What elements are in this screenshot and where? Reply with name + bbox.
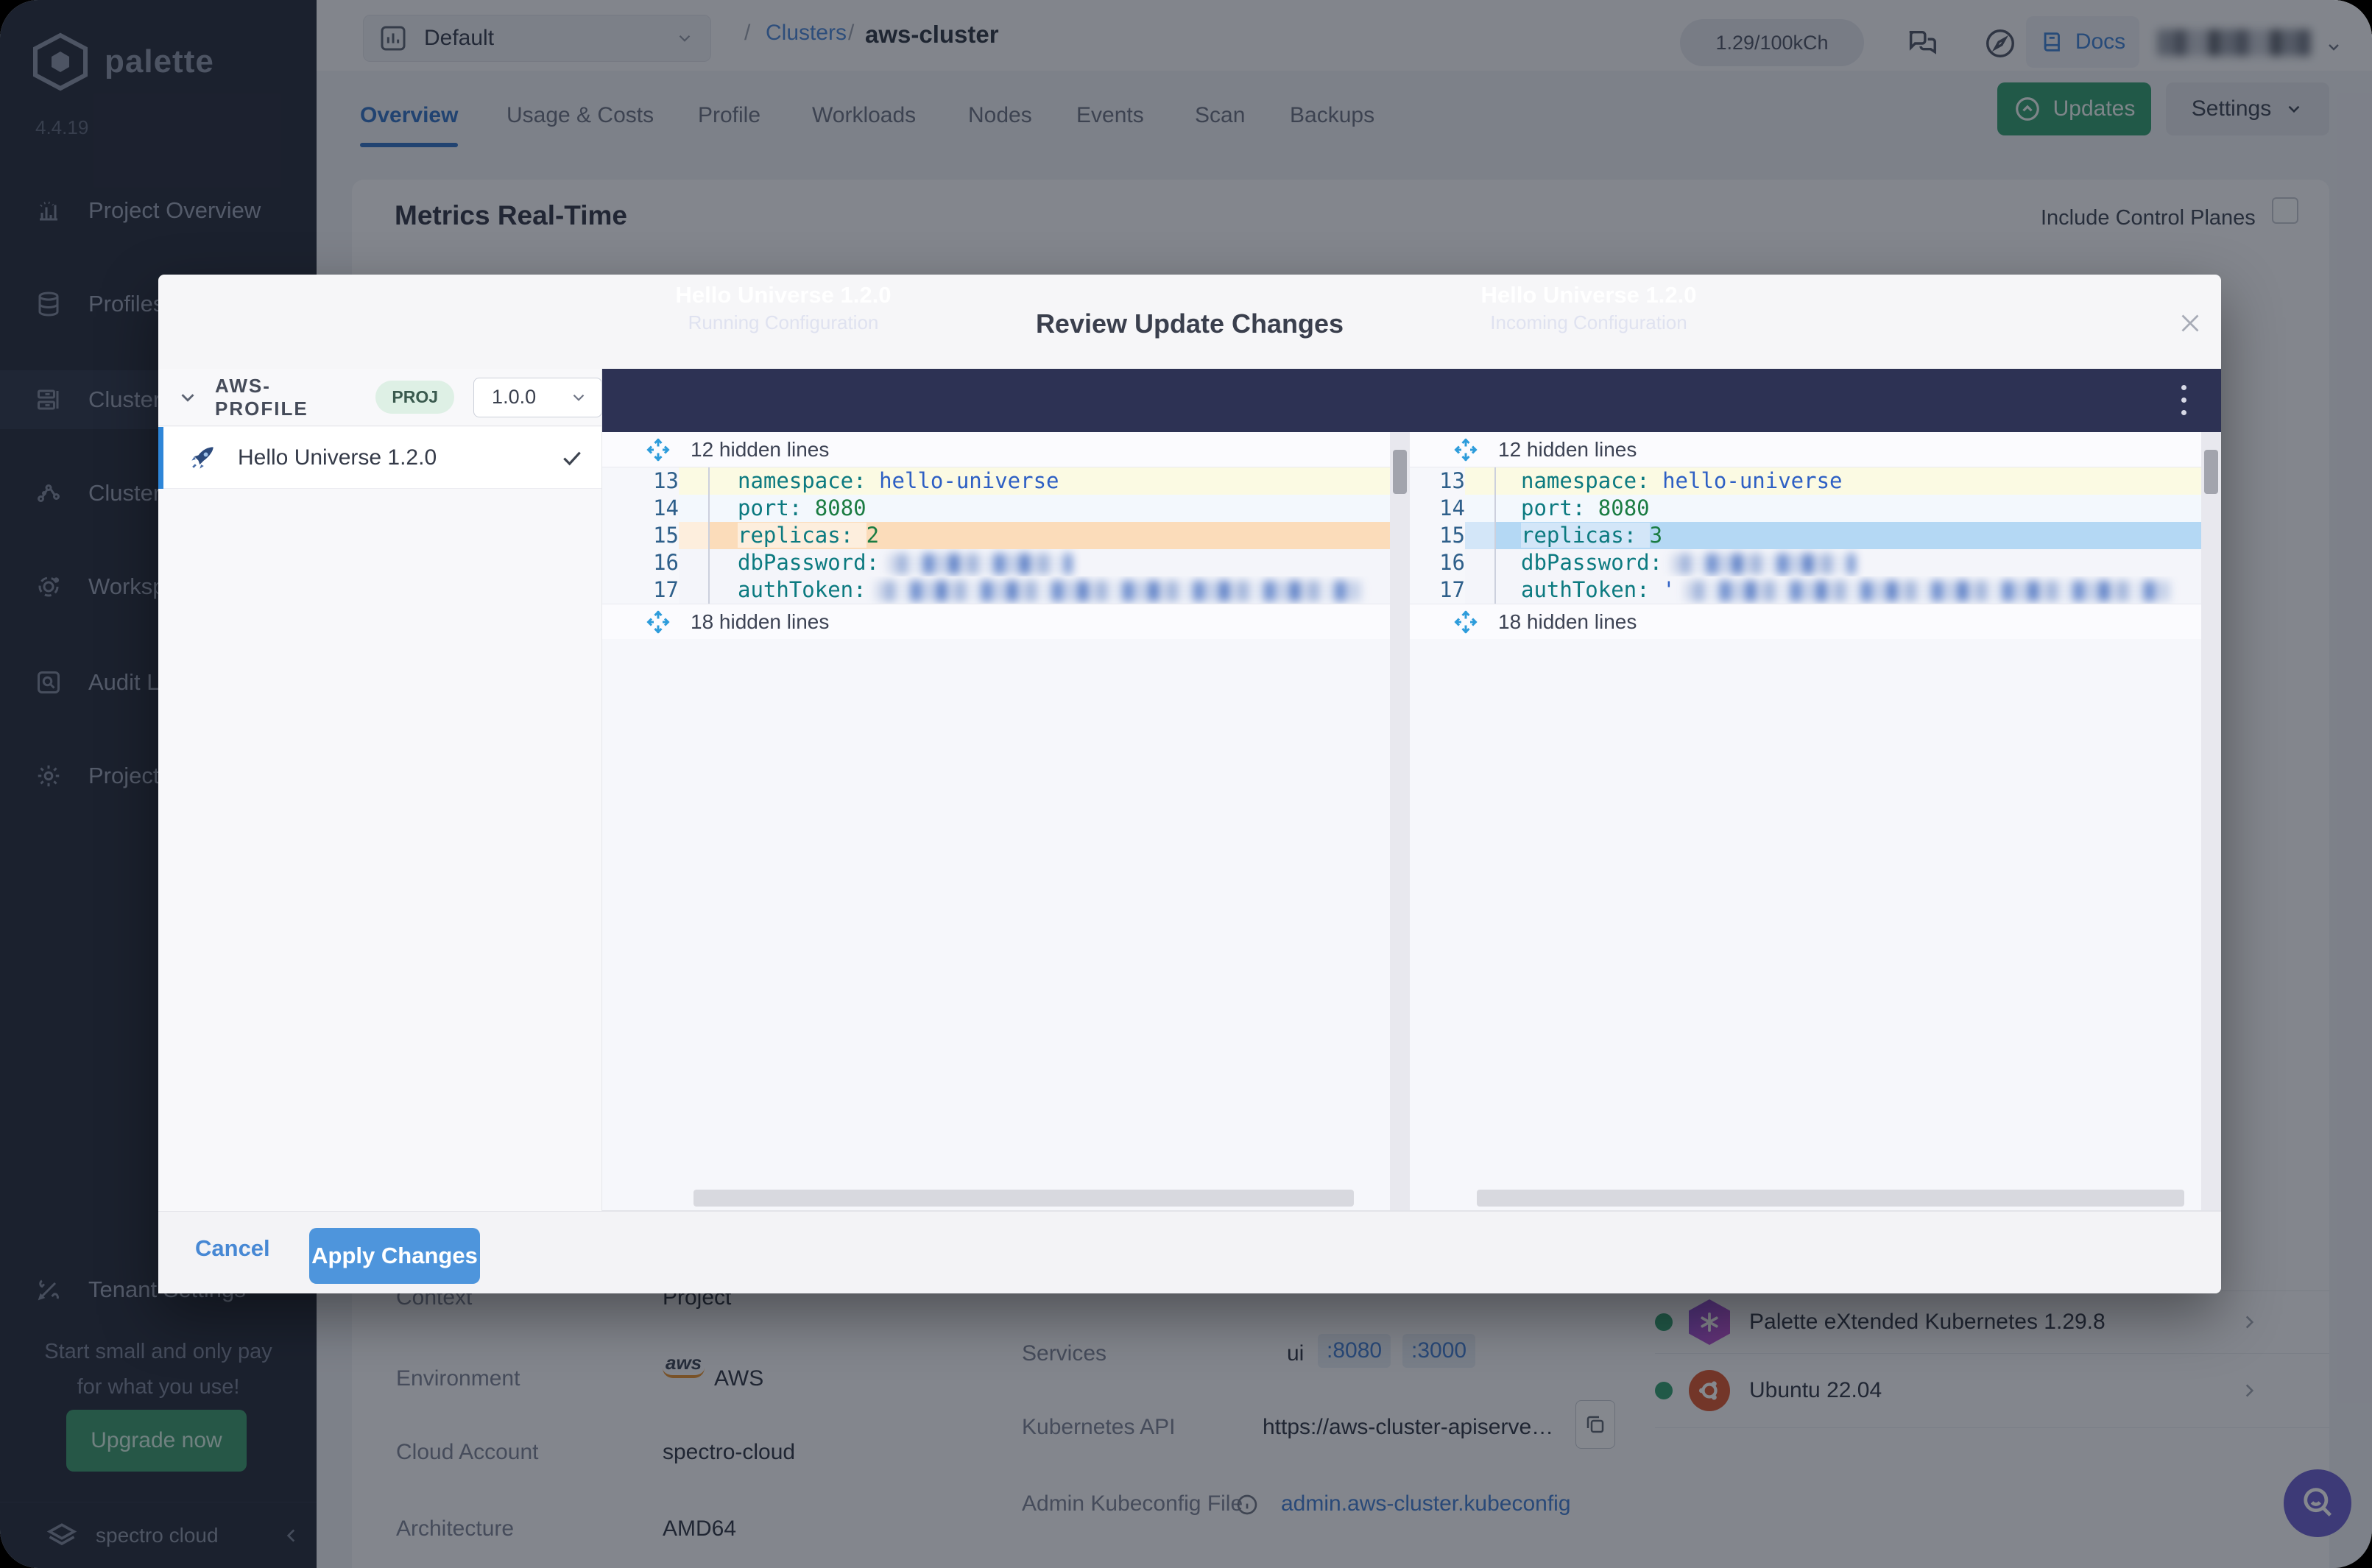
chevron-down-icon[interactable] (177, 386, 199, 409)
kebab-menu-icon[interactable] (2181, 385, 2186, 415)
yaml-key: replicas: (738, 523, 854, 548)
yaml-value: 8080 (1598, 495, 1650, 520)
yaml-key: replicas: (1521, 523, 1637, 548)
line-number: 14 (1439, 495, 1465, 520)
yaml-value: hello-universe (879, 468, 1059, 493)
hidden-lines-label: 18 hidden lines (691, 610, 830, 633)
unfold-lines-icon[interactable] (1453, 437, 1479, 463)
profile-panel: AWS-PROFILE PROJ 1.0.0 Hello Universe 1.… (158, 369, 602, 1293)
code-line: 14 port: 8080 (1410, 495, 2201, 522)
line-number: 13 (653, 468, 679, 493)
code-line: 17 authToken: ' (1410, 576, 2201, 604)
profile-layer-label: Hello Universe 1.2.0 (238, 445, 437, 470)
yaml-key: port: (738, 495, 802, 520)
unfold-lines-icon[interactable] (645, 437, 671, 463)
hidden-lines-row[interactable]: 12 hidden lines (602, 432, 1390, 467)
code-line: 13 namespace: hello-universe (602, 467, 1390, 495)
rocket-icon (186, 442, 219, 474)
line-number: 15 (653, 523, 679, 548)
profile-header: AWS-PROFILE PROJ 1.0.0 (158, 369, 602, 426)
line-number: 16 (1439, 550, 1465, 575)
version-select[interactable]: 1.0.0 (473, 377, 602, 417)
code-line: 16 dbPassword: (1410, 549, 2201, 576)
line-number: 17 (1439, 577, 1465, 602)
hidden-lines-row[interactable]: 18 hidden lines (602, 604, 1390, 639)
check-icon (560, 446, 584, 470)
right-horizontal-scrollbar[interactable] (1477, 1190, 2184, 1207)
profile-name: AWS-PROFILE (215, 374, 308, 420)
yaml-value: 8080 (814, 495, 866, 520)
hidden-lines-label: 18 hidden lines (1498, 610, 1637, 633)
scope-badge: PROJ (375, 381, 455, 414)
yaml-key: dbPassword: (1521, 550, 1663, 575)
line-number: 14 (653, 495, 679, 520)
diff-right-panel: 12 hidden lines 13 namespace: hello-univ… (1410, 432, 2201, 1211)
yaml-value: hello-universe (1662, 468, 1843, 493)
yaml-key: namespace: (1521, 468, 1650, 493)
app-screen: palette 4.4.19 Project Overview Profiles… (0, 0, 2372, 1568)
profile-layer-item[interactable]: Hello Universe 1.2.0 (158, 427, 601, 489)
yaml-key: dbPassword: (738, 550, 880, 575)
diff-right-title: Hello Universe 1.2.0 (1480, 282, 1697, 308)
line-number: 17 (653, 577, 679, 602)
redacted-value (1684, 581, 2170, 601)
code-line: 16 dbPassword: (602, 549, 1390, 576)
chevron-down-icon (569, 388, 588, 407)
line-number: 13 (1439, 468, 1465, 493)
yaml-value: 3 (1649, 523, 1663, 548)
diff-left-title: Hello Universe 1.2.0 (675, 282, 892, 308)
modal-title: Review Update Changes (1035, 308, 1344, 339)
diff-left-subtitle: Running Configuration (688, 311, 879, 333)
left-horizontal-scrollbar[interactable] (693, 1190, 1354, 1207)
code-line-changed: 15 replicas: 3 (1410, 522, 2201, 549)
yaml-key: authToken: (738, 577, 866, 602)
right-vertical-scrollbar[interactable] (2201, 432, 2221, 1211)
selected-accent-bar (158, 427, 163, 489)
left-vertical-scrollbar[interactable] (1390, 432, 1410, 1211)
close-icon[interactable] (2177, 310, 2203, 336)
yaml-key: namespace: (738, 468, 866, 493)
diff-header-bar (602, 369, 2221, 432)
code-line: 13 namespace: hello-universe (1410, 467, 2201, 495)
version-value: 1.0.0 (492, 386, 537, 408)
hidden-lines-row[interactable]: 12 hidden lines (1410, 432, 2201, 467)
code-line: 17 authToken: (602, 576, 1390, 604)
diff-right-subtitle: Incoming Configuration (1490, 311, 1687, 333)
redacted-value (1671, 554, 1856, 574)
code-line: 14 port: 8080 (602, 495, 1390, 522)
hidden-lines-label: 12 hidden lines (691, 437, 830, 461)
unfold-lines-icon[interactable] (645, 609, 671, 635)
apply-changes-button[interactable]: Apply Changes (309, 1228, 480, 1284)
code-line-changed: 15 replicas: 2 (602, 522, 1390, 549)
hidden-lines-label: 12 hidden lines (1498, 437, 1637, 461)
hidden-lines-row[interactable]: 18 hidden lines (1410, 604, 2201, 639)
redacted-value (888, 554, 1073, 574)
line-number: 16 (653, 550, 679, 575)
line-number: 15 (1439, 523, 1465, 548)
review-update-changes-modal: Review Update Changes AWS-PROFILE PROJ 1… (158, 275, 2221, 1293)
cancel-button[interactable]: Cancel (195, 1235, 270, 1262)
diff-left-panel: 12 hidden lines 13 namespace: hello-univ… (602, 432, 1390, 1211)
yaml-value: 2 (866, 523, 880, 548)
redacted-value (875, 581, 1361, 601)
modal-footer: Cancel Apply Changes (158, 1211, 2221, 1293)
unfold-lines-icon[interactable] (1453, 609, 1479, 635)
yaml-value: ' (1662, 577, 1676, 602)
yaml-key: authToken: (1521, 577, 1650, 602)
yaml-key: port: (1521, 495, 1586, 520)
